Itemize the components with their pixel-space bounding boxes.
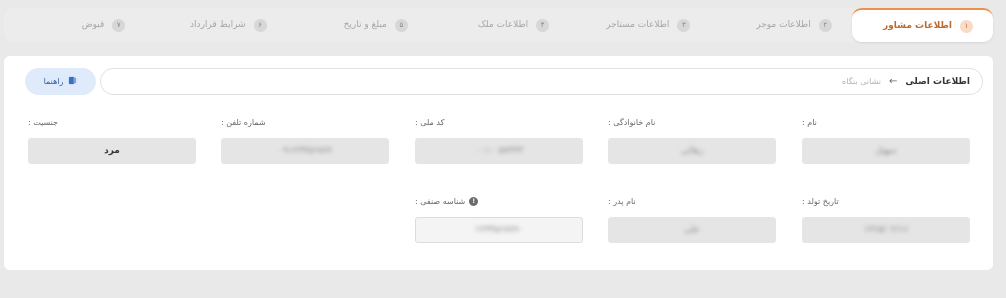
birth-date-input[interactable]: ۱۳۶۵/۰۲/۱۶ bbox=[802, 217, 970, 243]
national-code-label: کد ملی : bbox=[415, 117, 445, 127]
step-label: اطلاعات ملک bbox=[477, 20, 529, 30]
tab-bills[interactable]: ۷ قبوض bbox=[4, 8, 145, 42]
phone-input[interactable]: ۰۹۱۲۳۴۵۶۷۸۹ bbox=[221, 138, 389, 164]
gender-input[interactable]: مرد bbox=[28, 138, 196, 164]
birth-date-label: تاریخ تولد : bbox=[802, 196, 839, 206]
guild-id-label: شناسه صنفی : bbox=[415, 196, 466, 206]
phone-label: شماره تلفن : bbox=[221, 117, 266, 127]
name-label: نام : bbox=[802, 117, 817, 127]
family-label: نام خانوادگی : bbox=[608, 117, 656, 127]
gender-field: جنسیت : مرد bbox=[28, 116, 196, 164]
national-code-input[interactable]: ۰۰۱۰۰۵۷۳۳۳ bbox=[415, 138, 583, 164]
tab-property-info[interactable]: ۴ اطلاعات ملک bbox=[428, 8, 569, 42]
step-number: ۷ bbox=[112, 18, 126, 32]
arrow-left-icon: ← bbox=[888, 76, 898, 87]
father-name-label: نام پدر : bbox=[608, 196, 636, 206]
father-name-input[interactable]: علی bbox=[608, 217, 776, 243]
step-number: ۱ bbox=[960, 19, 973, 33]
breadcrumb-sub[interactable]: نشانی بنگاه bbox=[842, 77, 881, 86]
guild-id-input[interactable]: ۱۲۳۴۵۶۷۸۹۰ bbox=[415, 217, 583, 243]
guild-id-label-row: شناسه صنفی : ! bbox=[415, 195, 583, 207]
step-number: ۴ bbox=[536, 18, 550, 32]
breadcrumb-main: اطلاعات اصلی bbox=[905, 76, 970, 87]
step-number: ۳ bbox=[677, 18, 691, 32]
book-icon bbox=[68, 76, 77, 87]
name-field: نام : سهیل bbox=[802, 116, 970, 164]
guide-button[interactable]: راهنما bbox=[25, 68, 96, 95]
tab-advisor-info[interactable]: ۱ اطلاعات مشاور bbox=[851, 8, 993, 42]
tab-amount-date[interactable]: ۵ مبلغ و تاریخ bbox=[287, 8, 428, 42]
tab-contract-terms[interactable]: ۶ شرایط قرارداد bbox=[145, 8, 286, 42]
step-tabs: ۱ اطلاعات مشاور ۲ اطلاعات موجر ۳ اطلاعات… bbox=[4, 8, 993, 42]
step-label: اطلاعات موجر bbox=[756, 20, 811, 30]
tab-tenant-info[interactable]: ۳ اطلاعات مستاجر bbox=[569, 8, 710, 42]
birth-date-field: تاریخ تولد : ۱۳۶۵/۰۲/۱۶ bbox=[802, 195, 970, 243]
step-label: مبلغ و تاریخ bbox=[343, 20, 387, 30]
name-input[interactable]: سهیل bbox=[802, 138, 970, 164]
step-label: اطلاعات مشاور bbox=[883, 21, 952, 31]
family-field: نام خانوادگی : رهائی bbox=[608, 116, 776, 164]
phone-field: شماره تلفن : ۰۹۱۲۳۴۵۶۷۸۹ bbox=[221, 116, 389, 164]
step-number: ۲ bbox=[818, 18, 832, 32]
step-number: ۶ bbox=[253, 18, 267, 32]
step-label: قبوض bbox=[81, 20, 105, 30]
guild-id-field: شناسه صنفی : ! ۱۲۳۴۵۶۷۸۹۰ bbox=[415, 195, 583, 243]
family-input[interactable]: رهائی bbox=[608, 138, 776, 164]
tab-lessor-info[interactable]: ۲ اطلاعات موجر bbox=[710, 8, 851, 42]
national-code-field: کد ملی : ۰۰۱۰۰۵۷۳۳۳ bbox=[415, 116, 583, 164]
info-icon[interactable]: ! bbox=[469, 196, 479, 206]
main-card: اطلاعات اصلی ← نشانی بنگاه راهنما نام : … bbox=[4, 56, 993, 270]
guide-label: راهنما bbox=[43, 77, 64, 86]
gender-label: جنسیت : bbox=[28, 117, 59, 127]
step-label: شرایط قرارداد bbox=[190, 20, 246, 30]
father-name-field: نام پدر : علی bbox=[608, 195, 776, 243]
breadcrumb: اطلاعات اصلی ← نشانی بنگاه bbox=[100, 68, 983, 95]
step-number: ۵ bbox=[394, 18, 408, 32]
step-label: اطلاعات مستاجر bbox=[606, 20, 670, 30]
